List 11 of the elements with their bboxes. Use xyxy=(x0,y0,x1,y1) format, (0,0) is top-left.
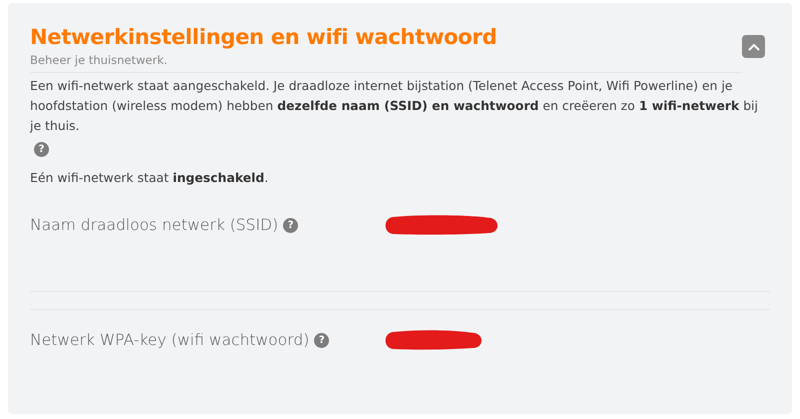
panel-subtitle: Beheer je thuisnetwerk. xyxy=(30,53,742,73)
help-icon[interactable]: ? xyxy=(314,332,330,348)
help-icon[interactable]: ? xyxy=(283,218,298,232)
description-text: Een wifi-netwerk staat aangeschakeld. Je draadloze internet bijstation (Telenet Access Point, Wifi Powerline) en je hoofdstation (wireless modem) hebben dezelfde naam (SSID) en wachtwoord en creëeren zo 1 wifi-netwerk bij je thuis. xyxy=(30,77,759,135)
field-label: Naam draadloos netwerk (SSID) xyxy=(30,216,278,234)
collapse-button[interactable] xyxy=(742,35,765,58)
help-icon[interactable]: ? xyxy=(34,142,49,158)
chevron-icon xyxy=(748,42,760,50)
status-text: Eén wifi-netwerk staat ingeschakeld. xyxy=(30,170,270,185)
field-label: Netwerk WPA-key (wifi wachtwoord) xyxy=(30,331,310,349)
panel-title: Netwerkinstellingen en wifi wachtwoord xyxy=(30,24,498,51)
